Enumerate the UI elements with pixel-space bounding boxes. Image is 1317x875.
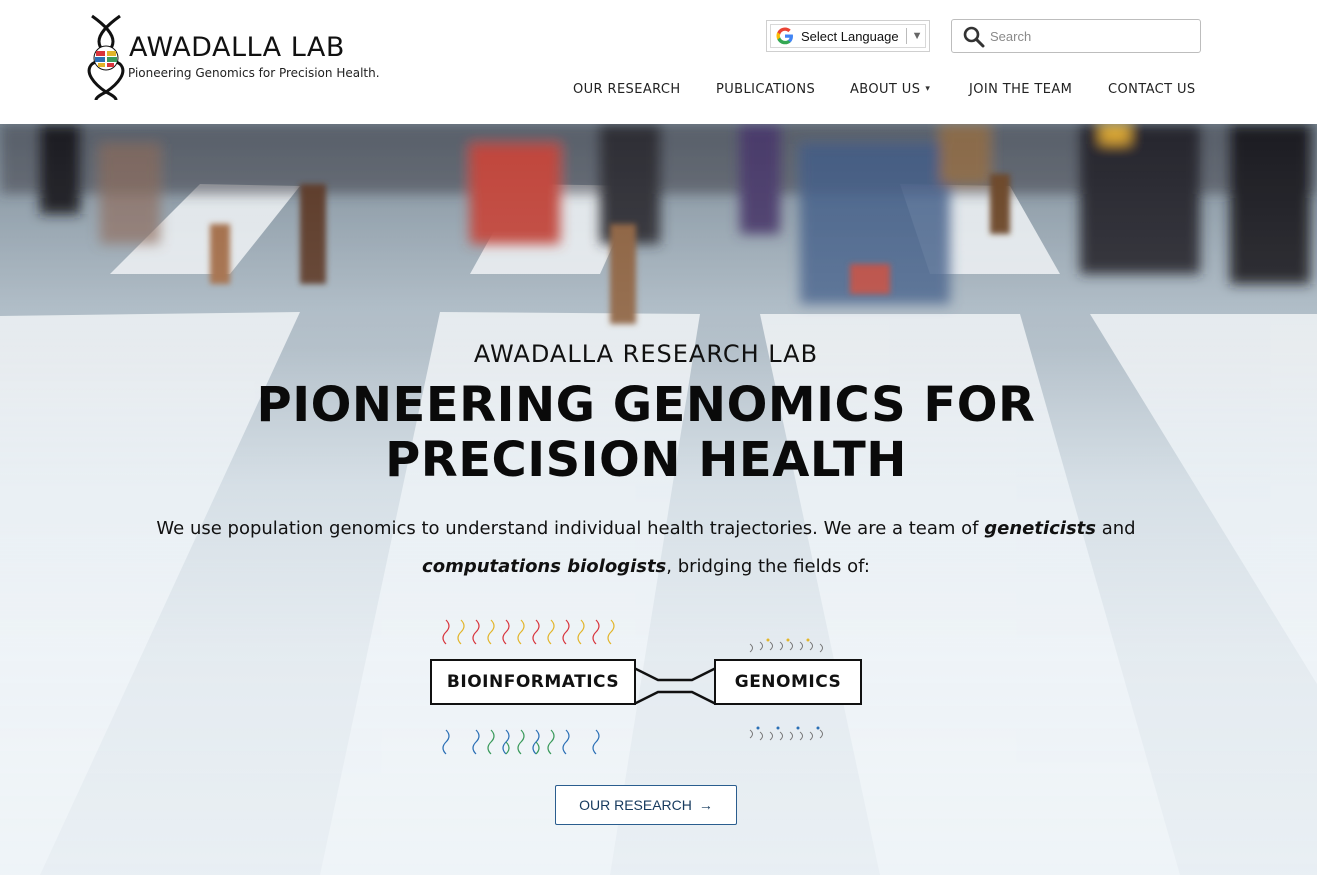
hero-overlay bbox=[0, 124, 1317, 875]
hero-kicker: AWADALLA RESEARCH LAB bbox=[473, 340, 819, 368]
hero-description: We use population genomics to understand… bbox=[145, 510, 1147, 586]
hero-text-part-2: and bbox=[1096, 518, 1136, 539]
arrow-right-icon: → bbox=[698, 797, 713, 813]
hero-text-part-1: We use population genomics to understand… bbox=[156, 518, 985, 539]
language-select-divider bbox=[905, 28, 907, 44]
dna-logo-icon bbox=[87, 14, 125, 101]
our-research-button-label: OUR RESEARCH bbox=[579, 797, 692, 813]
hero-headline: PIONEERING GENOMICS FOR PRECISION HEALTH bbox=[0, 378, 1292, 488]
nav-publications[interactable]: PUBLICATIONS bbox=[716, 80, 815, 98]
language-select-label: Select Language bbox=[801, 28, 899, 44]
hero-section: AWADALLA RESEARCH LAB PIONEERING GENOMIC… bbox=[0, 124, 1317, 875]
hero-text-part-3: , bridging the fields of: bbox=[666, 556, 870, 577]
nav-about-us-label: ABOUT US bbox=[850, 81, 921, 97]
nav-about-us[interactable]: ABOUT US ▾ bbox=[850, 80, 930, 98]
search-box[interactable] bbox=[951, 19, 1201, 53]
nav-our-research[interactable]: OUR RESEARCH bbox=[573, 80, 681, 98]
fields-diagram: BIOINFORMATICS GENOMICS bbox=[428, 616, 864, 758]
language-selector[interactable]: Select Language ▼ bbox=[766, 20, 930, 52]
site-header: AWADALLA LAB Pioneering Genomics for Pre… bbox=[0, 0, 1317, 124]
hero-text-emphasis-biologists: computations biologists bbox=[422, 556, 667, 577]
hero-text-emphasis-geneticists: geneticists bbox=[984, 518, 1096, 539]
dropdown-arrow-icon[interactable]: ▼ bbox=[912, 30, 923, 42]
genomics-box: GENOMICS bbox=[714, 659, 862, 705]
hero-headline-line-1: PIONEERING GENOMICS FOR bbox=[256, 377, 1036, 433]
chevron-down-icon: ▾ bbox=[925, 84, 931, 94]
site-logo[interactable]: AWADALLA LAB Pioneering Genomics for Pre… bbox=[86, 14, 386, 102]
nav-contact-us[interactable]: CONTACT US bbox=[1108, 80, 1196, 98]
logo-title: AWADALLA LAB bbox=[129, 32, 345, 63]
hero-headline-line-2: PRECISION HEALTH bbox=[385, 432, 907, 488]
our-research-button[interactable]: OUR RESEARCH → bbox=[555, 785, 737, 825]
search-input[interactable] bbox=[990, 22, 1190, 50]
google-icon bbox=[776, 27, 793, 45]
language-select-box[interactable]: Select Language ▼ bbox=[770, 24, 926, 48]
search-icon[interactable] bbox=[963, 26, 985, 48]
nav-join-the-team[interactable]: JOIN THE TEAM bbox=[969, 80, 1072, 98]
logo-tagline: Pioneering Genomics for Precision Health… bbox=[128, 66, 380, 80]
bioinformatics-box: BIOINFORMATICS bbox=[430, 659, 636, 705]
